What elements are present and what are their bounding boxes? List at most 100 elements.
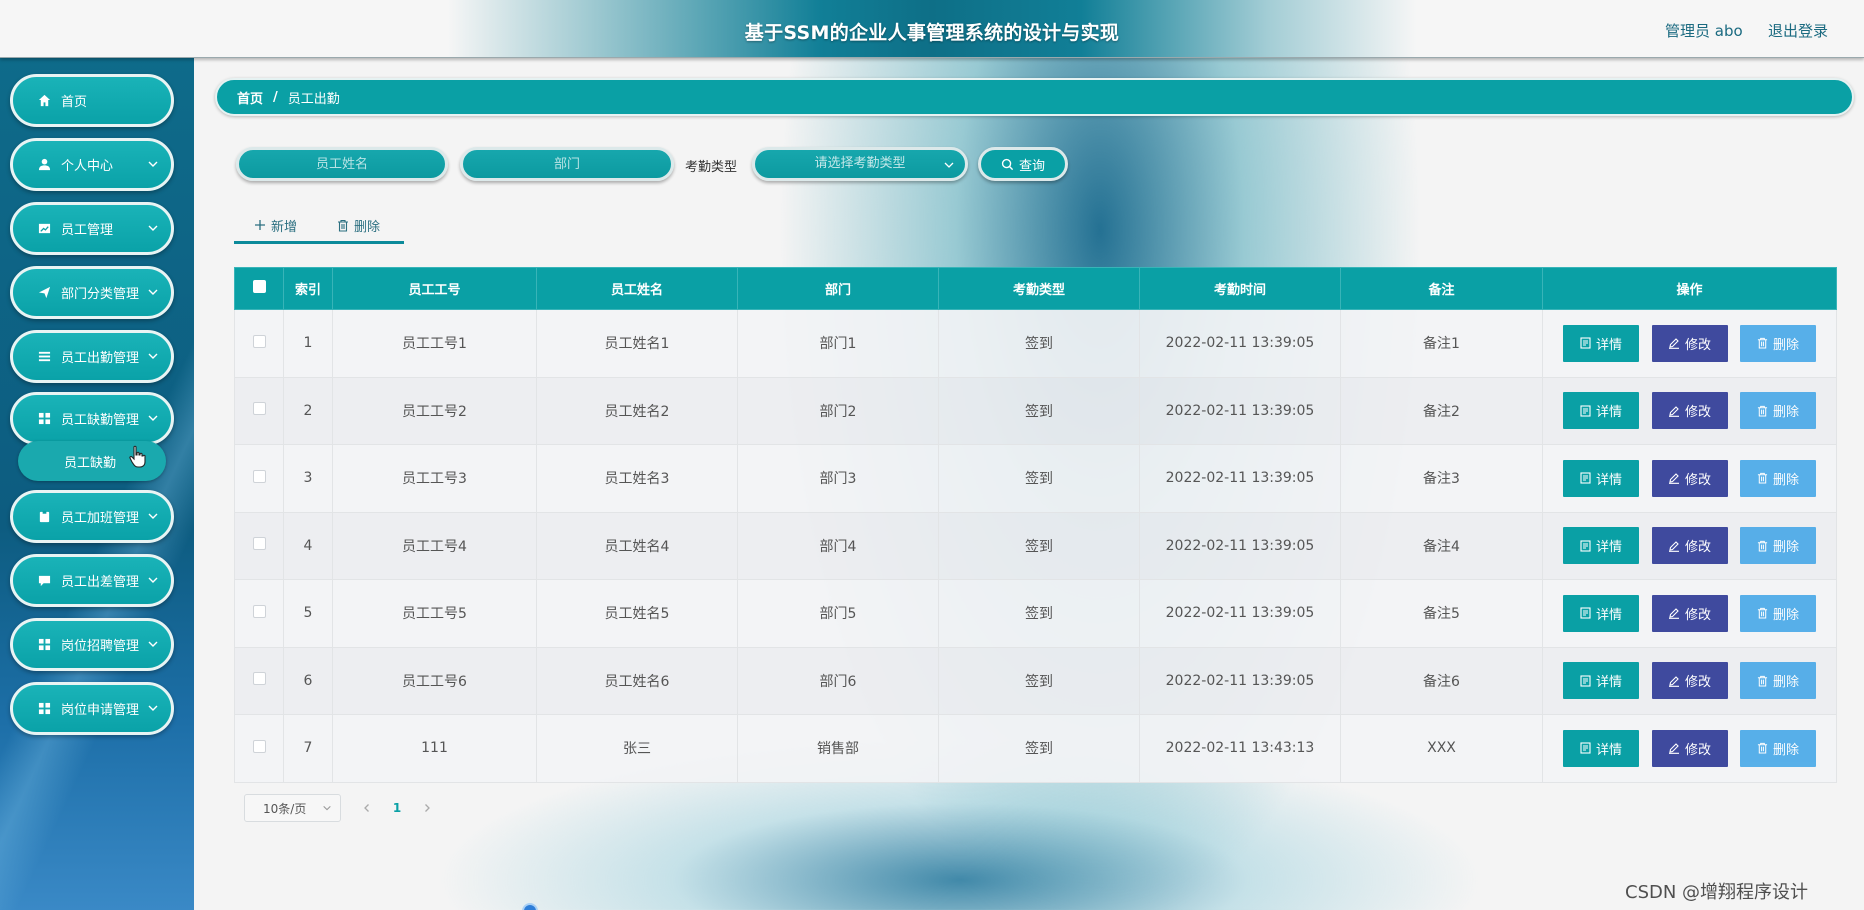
edit-button[interactable]: 修改 bbox=[1651, 729, 1728, 767]
detail-button[interactable]: 详情 bbox=[1563, 459, 1640, 497]
delete-button[interactable]: 删除 bbox=[1739, 324, 1816, 362]
top-header: 基于SSM的企业人事管理系统的设计与实现 管理员 abo 退出登录 bbox=[0, 0, 1864, 58]
query-button[interactable]: 查询 bbox=[978, 147, 1068, 181]
cell-emp-no: 员工工号4 bbox=[332, 511, 537, 580]
cell-dept: 部门1 bbox=[737, 309, 939, 378]
delete-button[interactable]: 删除 bbox=[1739, 392, 1816, 430]
edit-button[interactable]: 修改 bbox=[1651, 459, 1728, 497]
row-checkbox[interactable] bbox=[252, 672, 266, 686]
sidebar-item-employee[interactable]: 员工管理 bbox=[10, 202, 174, 255]
sidebar-item-application[interactable]: 岗位申请管理 bbox=[10, 682, 174, 735]
cell-note: XXX bbox=[1340, 714, 1543, 783]
cell-time: 2022-02-11 13:39:05 bbox=[1139, 444, 1341, 513]
hand-cursor-icon bbox=[129, 445, 146, 468]
pencil-icon bbox=[1668, 675, 1679, 687]
delete-button[interactable]: 删除 bbox=[1739, 594, 1816, 632]
cell-type: 签到 bbox=[938, 309, 1140, 378]
row-select-cell bbox=[234, 511, 284, 580]
department-input[interactable] bbox=[460, 147, 674, 181]
delete-button-label: 删除 bbox=[1772, 675, 1799, 691]
document-icon bbox=[1580, 405, 1591, 417]
row-checkbox[interactable] bbox=[252, 537, 266, 551]
row-checkbox[interactable] bbox=[252, 334, 266, 348]
cell-type: 签到 bbox=[938, 376, 1140, 445]
detail-button[interactable]: 详情 bbox=[1563, 594, 1640, 632]
breadcrumb-current: 员工出勤 bbox=[287, 91, 340, 107]
detail-button[interactable]: 详情 bbox=[1563, 729, 1640, 767]
delete-button[interactable]: 删除 bbox=[1739, 729, 1816, 767]
pencil-icon bbox=[1668, 608, 1679, 620]
breadcrumb-home[interactable]: 首页 bbox=[237, 88, 263, 107]
sidebar-item-home[interactable]: 首页 bbox=[10, 74, 174, 127]
cell-index: 4 bbox=[283, 511, 333, 580]
document-icon bbox=[1580, 675, 1591, 687]
attendance-type-placeholder: 请选择考勤类型 bbox=[814, 156, 906, 171]
cell-emp-name: 员工姓名6 bbox=[536, 646, 738, 715]
sidebar-item-attendance[interactable]: 员工出勤管理 bbox=[10, 330, 174, 383]
delete-button-label: 删除 bbox=[1772, 607, 1799, 623]
trash-icon bbox=[1757, 675, 1768, 687]
sidebar-item-business-trip[interactable]: 员工出差管理 bbox=[10, 554, 174, 607]
sidebar-item-absence[interactable]: 员工缺勤管理 bbox=[10, 392, 174, 445]
edit-button[interactable]: 修改 bbox=[1651, 662, 1728, 700]
cell-type: 签到 bbox=[938, 444, 1140, 513]
edit-button[interactable]: 修改 bbox=[1651, 527, 1728, 565]
sidebar-item-overtime[interactable]: 员工加班管理 bbox=[10, 490, 174, 543]
detail-button[interactable]: 详情 bbox=[1563, 527, 1640, 565]
row-select-cell bbox=[234, 376, 284, 445]
detail-button-label: 详情 bbox=[1596, 675, 1623, 691]
cell-actions: 详情 修改 删除 bbox=[1542, 511, 1837, 580]
edit-button-label: 修改 bbox=[1684, 472, 1711, 488]
sidebar-item-department[interactable]: 部门分类管理 bbox=[10, 266, 174, 319]
sidebar-item-personal-center[interactable]: 个人中心 bbox=[10, 138, 174, 191]
detail-button[interactable]: 详情 bbox=[1563, 324, 1640, 362]
detail-button[interactable]: 详情 bbox=[1563, 662, 1640, 700]
table-row: 7 111 张三 销售部 签到 2022-02-11 13:43:13 XXX … bbox=[234, 714, 1837, 783]
edit-button[interactable]: 修改 bbox=[1651, 324, 1728, 362]
page-number[interactable]: 1 bbox=[385, 801, 409, 815]
cell-dept: 部门4 bbox=[737, 511, 939, 580]
batch-delete-button[interactable]: 删除 bbox=[337, 213, 380, 237]
row-select-cell bbox=[234, 579, 284, 648]
edit-button[interactable]: 修改 bbox=[1651, 392, 1728, 430]
chevron-left-icon bbox=[364, 804, 369, 812]
edit-button[interactable]: 修改 bbox=[1651, 594, 1728, 632]
row-select-cell bbox=[234, 646, 284, 715]
page-size-select[interactable]: 10条/页 bbox=[244, 794, 341, 822]
table-row: 2 员工工号2 员工姓名2 部门2 签到 2022-02-11 13:39:05… bbox=[234, 376, 1837, 445]
cell-emp-name: 员工姓名2 bbox=[536, 376, 738, 445]
sidebar-item-recruitment[interactable]: 岗位招聘管理 bbox=[10, 618, 174, 671]
logout-link[interactable]: 退出登录 bbox=[1768, 20, 1828, 41]
sidebar-item-label: 首页 bbox=[61, 95, 88, 110]
next-page-button[interactable] bbox=[415, 796, 439, 820]
delete-button[interactable]: 删除 bbox=[1739, 459, 1816, 497]
delete-button-label: 删除 bbox=[1772, 742, 1799, 758]
column-header: 员工姓名 bbox=[536, 267, 738, 310]
row-checkbox[interactable] bbox=[252, 469, 266, 483]
cell-index: 6 bbox=[283, 646, 333, 715]
attendance-type-select[interactable]: 请选择考勤类型 bbox=[752, 147, 968, 181]
row-checkbox[interactable] bbox=[252, 739, 266, 753]
table-row: 5 员工工号5 员工姓名5 部门5 签到 2022-02-11 13:39:05… bbox=[234, 579, 1837, 648]
select-all-checkbox[interactable] bbox=[252, 280, 266, 293]
toolbar-underline bbox=[234, 241, 404, 244]
row-checkbox[interactable] bbox=[252, 402, 266, 416]
delete-button[interactable]: 删除 bbox=[1739, 527, 1816, 565]
add-button[interactable]: 新增 bbox=[254, 213, 297, 237]
sidebar-subitem-label: 员工缺勤 bbox=[64, 455, 117, 471]
edit-button-label: 修改 bbox=[1684, 337, 1711, 353]
cell-note: 备注3 bbox=[1340, 444, 1543, 513]
chevron-down-icon bbox=[148, 705, 158, 711]
trash-icon bbox=[1757, 743, 1768, 754]
cell-dept: 部门6 bbox=[737, 646, 939, 715]
row-checkbox[interactable] bbox=[252, 604, 266, 618]
batch-delete-label: 删除 bbox=[354, 219, 381, 235]
cell-emp-no: 员工工号1 bbox=[332, 309, 537, 378]
detail-button[interactable]: 详情 bbox=[1563, 392, 1640, 430]
grid-icon bbox=[37, 412, 51, 426]
chevron-down-icon bbox=[323, 805, 331, 811]
prev-page-button[interactable] bbox=[355, 796, 379, 820]
column-header: 考勤时间 bbox=[1139, 267, 1341, 310]
employee-name-input[interactable] bbox=[236, 147, 448, 181]
delete-button[interactable]: 删除 bbox=[1739, 662, 1816, 700]
